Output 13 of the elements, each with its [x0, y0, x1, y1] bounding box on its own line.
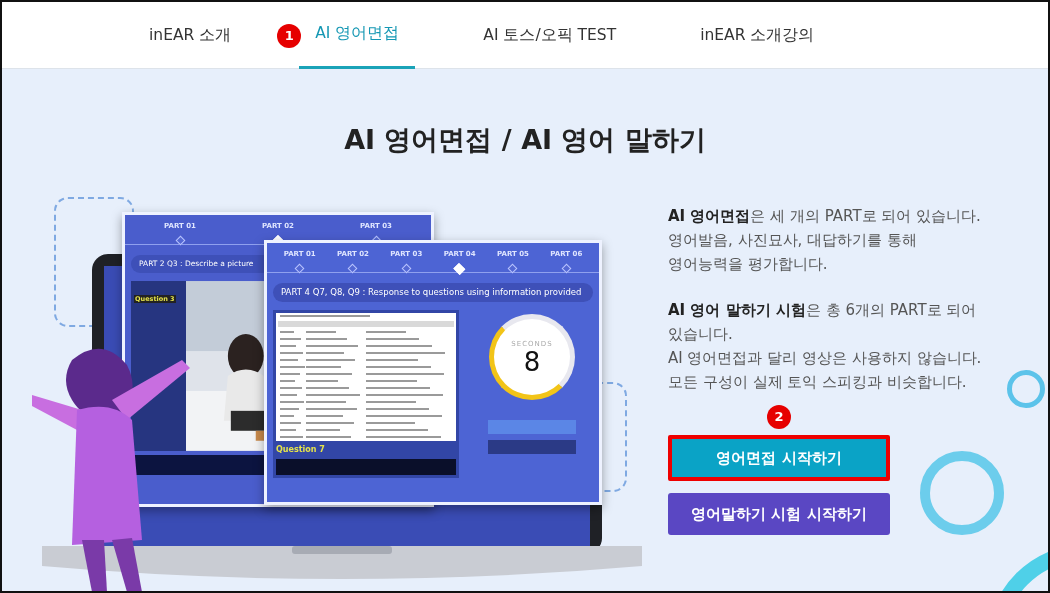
page-title: AI 영어면접 / AI 영어 말하기: [343, 124, 707, 157]
nav-tab[interactable]: inEAR 소개: [133, 2, 248, 69]
nav-tab[interactable]: inEAR 소개강의: [684, 2, 831, 69]
nav-tab[interactable]: AI 토스/오픽 TEST: [467, 2, 633, 69]
step-marker: 2: [767, 405, 791, 430]
question-label: Question 7: [276, 444, 326, 457]
description-text: AI 영어면접은 세 개의 PART로 되어 있습니다. 영어발음, 사진묘사, 대답하기를 통해 영어능력을 평가합니다.: [668, 206, 982, 276]
timer-value: 8: [523, 349, 541, 376]
ring-decoration: [1007, 370, 1045, 408]
screen-heading: PART 4 Q7, Q8, Q9 : Response to questions using information provided: [273, 283, 593, 303]
description-text: AI 영어 말하기 시험은 총 6개의 PART로 되어 있습니다. AI 영어면접과 달리 영상은 사용하지 않습니다. 모든 구성이 실제 토익 스피킹과 비슷합니다.: [668, 300, 983, 394]
start-button[interactable]: 영어말하기 시험 시작하기: [668, 493, 890, 536]
step-marker: 1: [277, 24, 302, 48]
